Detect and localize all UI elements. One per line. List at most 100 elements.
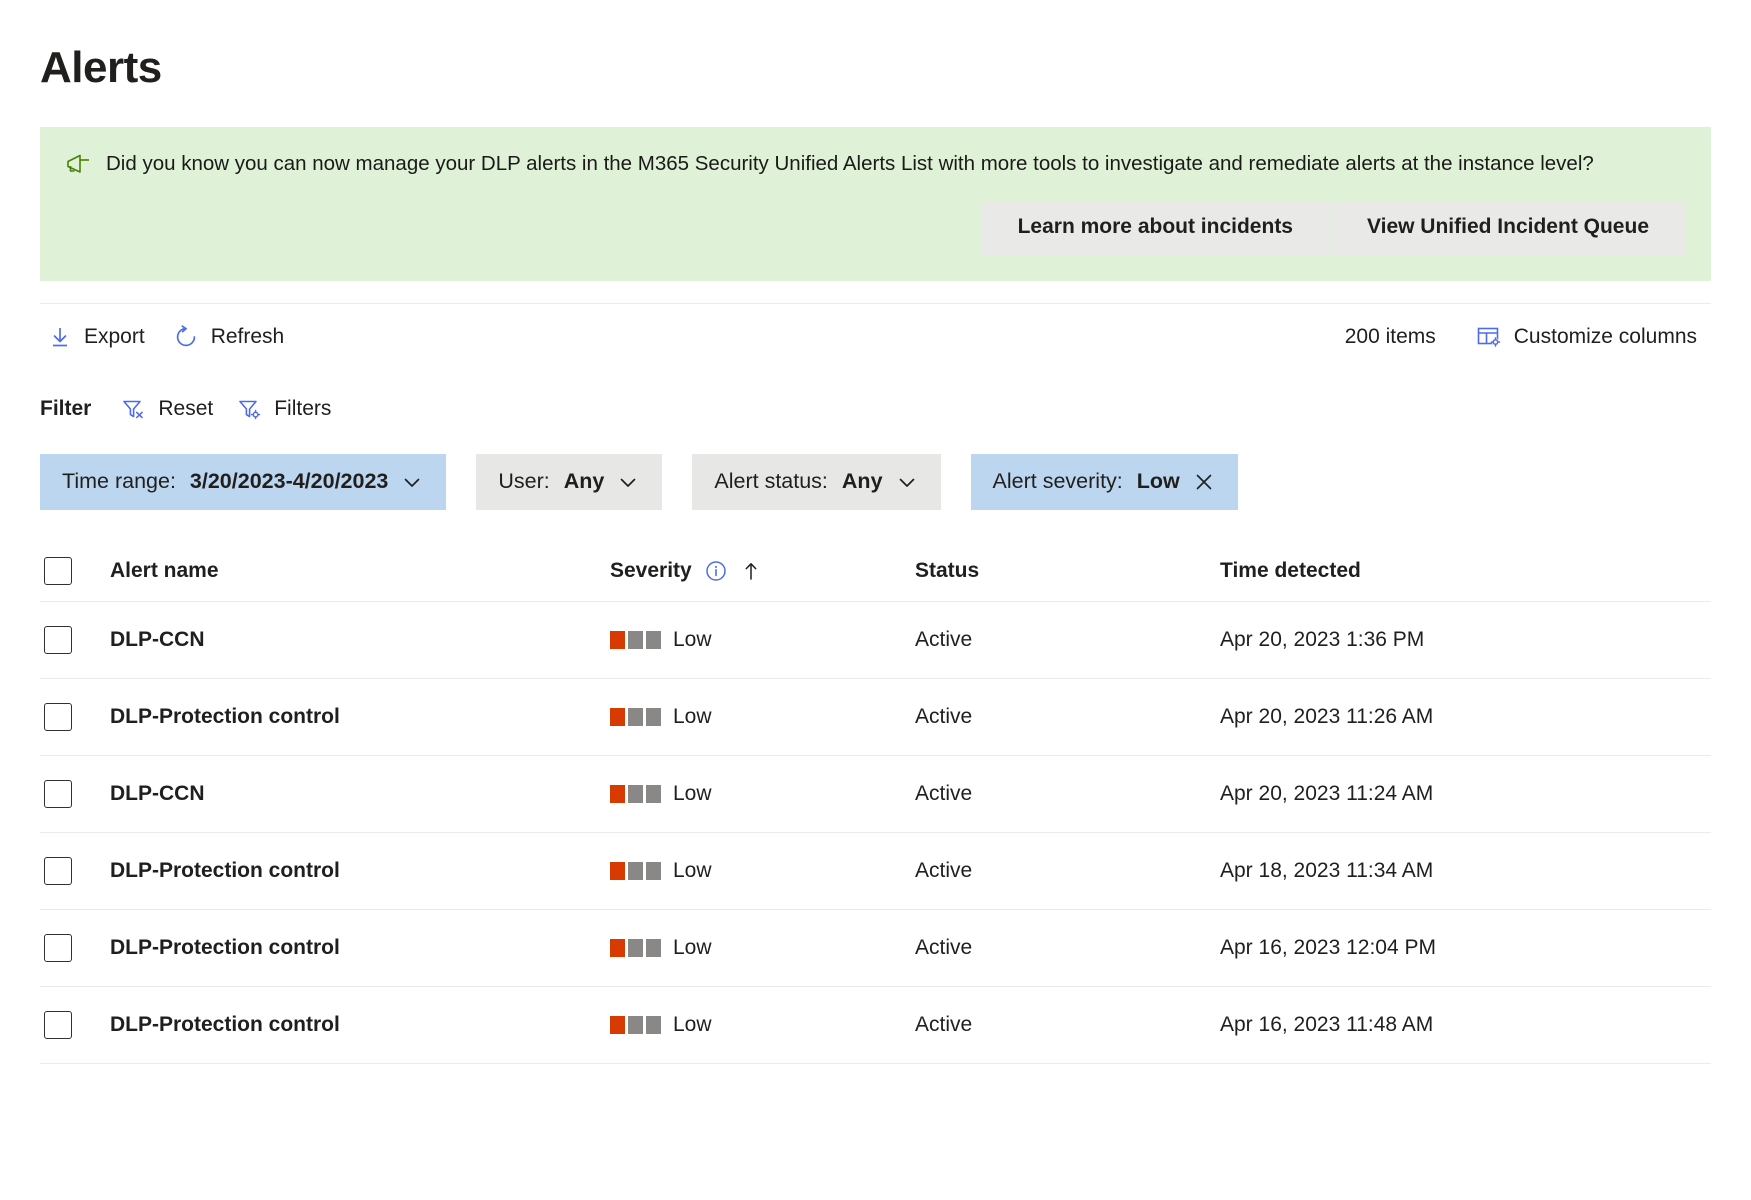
severity-label: Low xyxy=(673,1012,712,1036)
cell-severity: Low xyxy=(610,705,915,729)
export-label: Export xyxy=(84,324,145,348)
cell-status: Active xyxy=(915,627,973,651)
severity-block xyxy=(628,861,643,880)
announcement-banner: Did you know you can now manage your DLP… xyxy=(40,127,1711,281)
alerts-page: Alerts Did you know you can now manage y… xyxy=(0,43,1751,1200)
cell-severity: Low xyxy=(610,1013,915,1037)
customize-columns-button[interactable]: Customize columns xyxy=(1462,319,1711,355)
severity-block xyxy=(610,784,625,803)
severity-block xyxy=(610,861,625,880)
cell-alert-name[interactable]: DLP-Protection control xyxy=(110,705,610,729)
items-count: 200 items xyxy=(1344,324,1436,348)
export-button[interactable]: Export xyxy=(40,319,159,355)
severity-label: Low xyxy=(673,858,712,882)
view-unified-incident-queue-button[interactable]: View Unified Incident Queue xyxy=(1331,200,1685,255)
refresh-button[interactable]: Refresh xyxy=(159,318,299,356)
cell-severity: Low xyxy=(610,782,915,806)
cell-status: Active xyxy=(915,1012,973,1036)
severity-block xyxy=(628,1015,643,1034)
severity-block xyxy=(646,784,661,803)
reset-filters-button[interactable]: Reset xyxy=(109,393,225,425)
table-row[interactable]: DLP-CCN Low Active Apr 20, 2023 1:36 PM xyxy=(40,602,1711,679)
severity-level-indicator xyxy=(610,938,661,957)
cell-status: Active xyxy=(915,935,973,959)
column-header-status[interactable]: Status xyxy=(915,559,1220,583)
select-all-checkbox[interactable] xyxy=(44,557,72,585)
cell-status: Active xyxy=(915,858,973,882)
cell-time-detected: Apr 20, 2023 11:26 AM xyxy=(1220,704,1434,728)
filter-pill-alert-severity[interactable]: Alert severity: Low xyxy=(970,453,1238,510)
funnel-x-icon xyxy=(121,397,147,421)
cell-alert-name[interactable]: DLP-CCN xyxy=(110,782,610,806)
row-select-cell xyxy=(40,779,110,808)
row-checkbox[interactable] xyxy=(44,702,72,731)
table-row[interactable]: DLP-Protection control Low Active Apr 16, 2… xyxy=(40,910,1711,987)
severity-block xyxy=(628,938,643,957)
filter-pill-alert-status[interactable]: Alert status: Any xyxy=(692,453,941,510)
chevron-down-icon[interactable] xyxy=(895,470,919,494)
table-row[interactable]: DLP-Protection control Low Active Apr 18, 2… xyxy=(40,833,1711,910)
column-header-severity[interactable]: Severity xyxy=(610,559,915,583)
severity-label: Low xyxy=(673,781,712,805)
banner-message: Did you know you can now manage your DLP… xyxy=(106,152,1594,176)
severity-block xyxy=(628,784,643,803)
table-row[interactable]: DLP-CCN Low Active Apr 20, 2023 11:24 AM xyxy=(40,756,1711,833)
column-header-alert-name[interactable]: Alert name xyxy=(110,559,610,583)
table-gear-icon xyxy=(1476,325,1502,349)
cell-time-detected: Apr 16, 2023 11:48 AM xyxy=(1220,1012,1434,1036)
chevron-down-icon[interactable] xyxy=(400,470,424,494)
cell-alert-name[interactable]: DLP-Protection control xyxy=(110,859,610,883)
row-checkbox[interactable] xyxy=(44,779,72,808)
user-value: Any xyxy=(563,469,605,493)
severity-level-indicator xyxy=(610,1015,661,1034)
row-select-cell xyxy=(40,856,110,885)
cell-alert-name[interactable]: DLP-Protection control xyxy=(110,936,610,960)
column-header-severity-label: Severity xyxy=(610,559,692,582)
row-select-cell xyxy=(40,625,110,654)
close-icon[interactable] xyxy=(1192,470,1216,494)
alert-severity-key: Alert severity: xyxy=(992,469,1123,493)
filter-pill-user[interactable]: User: Any xyxy=(476,453,663,510)
row-checkbox[interactable] xyxy=(44,1010,72,1039)
cell-status: Active xyxy=(915,781,973,805)
severity-label: Low xyxy=(673,704,712,728)
row-checkbox[interactable] xyxy=(44,625,72,654)
severity-block xyxy=(646,938,661,957)
row-checkbox[interactable] xyxy=(44,856,72,885)
severity-block xyxy=(646,861,661,880)
column-header-time-detected[interactable]: Time detected xyxy=(1220,559,1711,583)
info-circle-icon[interactable] xyxy=(704,559,728,583)
learn-more-about-incidents-button[interactable]: Learn more about incidents xyxy=(981,200,1329,255)
customize-columns-label: Customize columns xyxy=(1513,324,1697,348)
severity-level-indicator xyxy=(610,784,661,803)
cell-severity: Low xyxy=(610,936,915,960)
sort-ascending-arrow-icon[interactable] xyxy=(740,559,762,583)
table-row[interactable]: DLP-Protection control Low Active Apr 16, 2… xyxy=(40,987,1711,1064)
cell-alert-name[interactable]: DLP-Protection control xyxy=(110,1013,610,1037)
cell-alert-name[interactable]: DLP-CCN xyxy=(110,628,610,652)
user-key: User: xyxy=(498,469,550,493)
command-bar: Export Refresh 200 items Customize colum… xyxy=(40,304,1711,370)
table-header-row: Alert name Severity Status Time detected xyxy=(40,542,1711,602)
filter-bar: Filter Reset Filters xyxy=(40,386,1711,432)
filter-label: Filter xyxy=(40,396,92,420)
megaphone-icon xyxy=(66,153,92,175)
filter-pill-time-range[interactable]: Time range: 3/20/2023-4/20/2023 xyxy=(40,453,447,510)
refresh-circular-arrow-icon xyxy=(173,324,199,350)
table-row[interactable]: DLP-Protection control Low Active Apr 20, 2… xyxy=(40,679,1711,756)
chevron-down-icon[interactable] xyxy=(616,470,640,494)
alert-status-value: Any xyxy=(841,469,883,493)
filters-label: Filters xyxy=(274,396,332,420)
severity-block xyxy=(610,938,625,957)
alerts-table: Alert name Severity Status Time detected… xyxy=(40,542,1711,1064)
row-checkbox[interactable] xyxy=(44,933,72,962)
cell-severity: Low xyxy=(610,628,915,652)
reset-label: Reset xyxy=(158,396,214,420)
filters-button[interactable]: Filters xyxy=(225,393,343,425)
cell-severity: Low xyxy=(610,859,915,883)
row-select-cell xyxy=(40,702,110,731)
page-title: Alerts xyxy=(40,43,162,92)
severity-block xyxy=(610,1015,625,1034)
cell-time-detected: Apr 18, 2023 11:34 AM xyxy=(1220,858,1434,882)
severity-block xyxy=(646,630,661,649)
